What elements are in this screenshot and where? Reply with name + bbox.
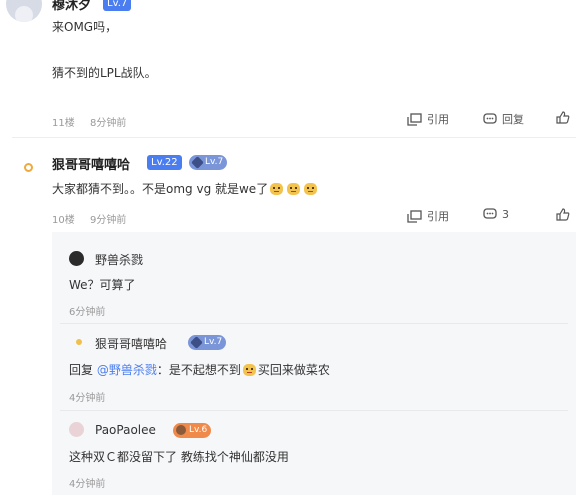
- level-badge: Lv.7: [103, 0, 132, 11]
- emoji-icon: [242, 364, 256, 376]
- reply-username[interactable]: PaoPaolee: [95, 423, 156, 437]
- user-status-icon: [24, 163, 33, 172]
- reply-username[interactable]: 野兽杀戮: [95, 251, 143, 268]
- reply-count: 3: [502, 208, 509, 221]
- reply-time: 6分钟前: [69, 307, 106, 318]
- reply-time: 4分钟前: [69, 393, 106, 404]
- username[interactable]: 狠哥哥嘻嘻哈: [52, 154, 130, 173]
- quote-button[interactable]: 引用: [407, 208, 449, 224]
- like-button[interactable]: [556, 208, 570, 221]
- thumbs-up-icon: [556, 111, 570, 124]
- reply-button[interactable]: 回复: [483, 111, 524, 127]
- quote-icon: [407, 209, 422, 223]
- post-content: 大家都猜不到。。不是omg vg 就是we了: [52, 180, 319, 197]
- post-line-1: 来OMG吗，: [52, 20, 118, 34]
- mention-link[interactable]: @野兽杀戮: [97, 363, 157, 377]
- fan-badge: Lv.7: [188, 335, 227, 350]
- emoji-icon: [270, 183, 284, 195]
- post-time: 8分钟前: [90, 118, 127, 129]
- reply-username[interactable]: 狠哥哥嘻嘻哈: [95, 335, 167, 352]
- post-time: 9分钟前: [90, 215, 127, 226]
- emoji-icon: [304, 183, 318, 195]
- post-line-2: 猜不到的LPL战队。: [52, 66, 157, 80]
- reply-content: 回复 @野兽杀戮：是不起想不到 买回来做菜农: [69, 361, 330, 378]
- post-text: 大家都猜不到。。不是omg vg 就是we了: [52, 182, 269, 196]
- like-button[interactable]: [556, 111, 570, 124]
- reply-text: ：是不起想不到: [156, 363, 241, 377]
- divider: [60, 323, 568, 324]
- fan-badge: Lv.6: [173, 423, 212, 438]
- avatar[interactable]: [6, 0, 42, 22]
- comment-icon: [483, 112, 497, 124]
- avatar[interactable]: [69, 251, 84, 266]
- emoji-icon: [287, 183, 301, 195]
- level-badge: Lv.22: [147, 155, 182, 170]
- reply-text-2: 买回来做菜农: [257, 363, 330, 377]
- fan-badge: Lv.7: [189, 155, 228, 170]
- reply-time: 4分钟前: [69, 479, 106, 490]
- reply-count-button[interactable]: 3: [483, 208, 509, 221]
- avatar[interactable]: [69, 422, 84, 437]
- quote-button[interactable]: 引用: [407, 111, 449, 127]
- quote-icon: [407, 112, 422, 126]
- comment-icon: [483, 208, 497, 219]
- reply-content: 这种双Ｃ都没留下了 教练找个神仙都没用: [69, 450, 289, 464]
- quote-label: 引用: [427, 210, 449, 223]
- reply-label: 回复: [502, 113, 524, 126]
- thumbs-up-icon: [556, 208, 570, 221]
- username[interactable]: 穆沐夕: [52, 0, 91, 13]
- post-floor-11: 穆沐夕 Lv.7 来OMG吗， 猜不到的LPL战队。 11楼 8分钟前 引用 回…: [0, 0, 576, 135]
- user-status-icon: [76, 339, 82, 345]
- reply-prefix: 回复: [69, 363, 94, 377]
- quote-label: 引用: [427, 113, 449, 126]
- floor-number: 10楼: [52, 215, 75, 226]
- divider: [60, 410, 568, 411]
- reply-list: 野兽杀戮 We？可算了 6分钟前 狠哥哥嘻嘻哈 Lv.7 回复 @野兽杀戮：是不…: [52, 232, 576, 495]
- floor-number: 11楼: [52, 118, 75, 129]
- reply-content: We？可算了: [69, 278, 136, 292]
